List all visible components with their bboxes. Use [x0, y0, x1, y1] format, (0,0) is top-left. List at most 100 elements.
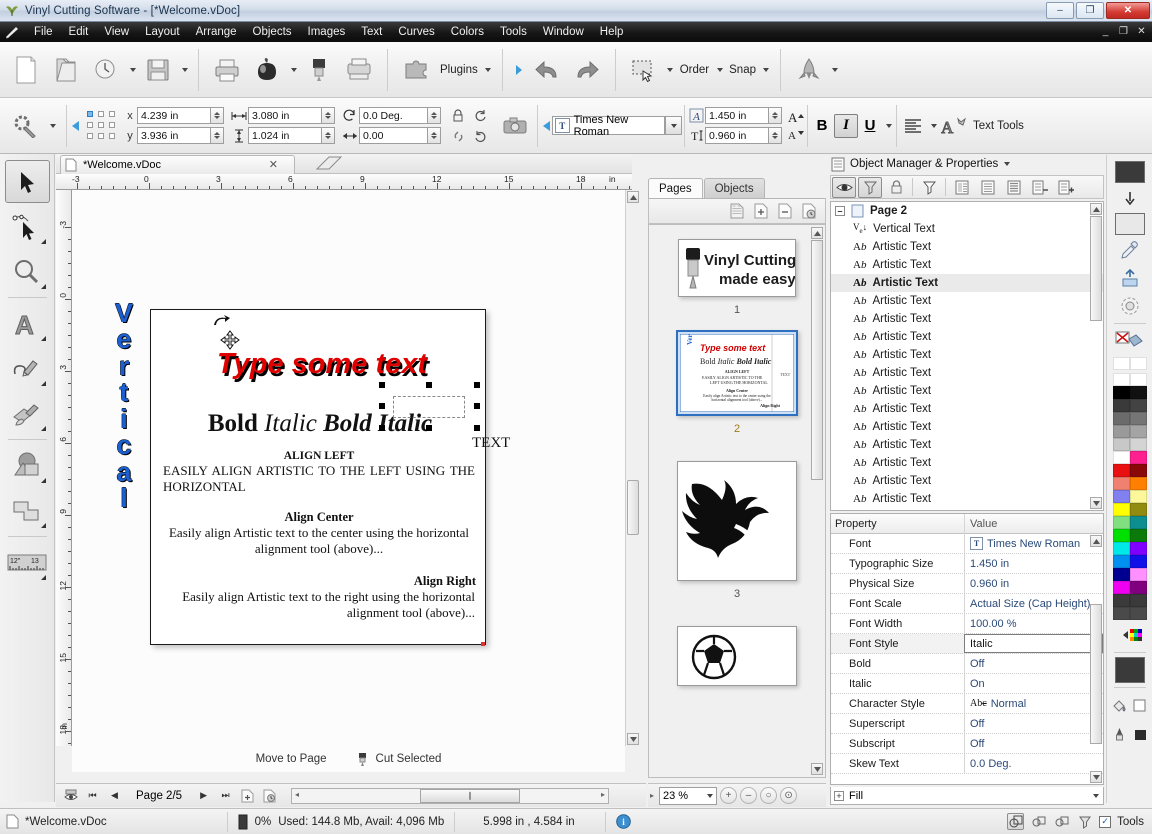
rocket-button[interactable] [789, 48, 829, 92]
tab-pages[interactable]: Pages [648, 178, 703, 198]
save-dropdown[interactable] [178, 48, 190, 92]
property-row[interactable]: Subscript Off [831, 733, 1103, 754]
anchor-bottom-left[interactable] [87, 132, 93, 139]
object-tree-item[interactable]: Ab Artistic Text [831, 238, 1103, 256]
physical-size-spinner[interactable] [769, 127, 782, 144]
y-input[interactable]: 3.936 in [137, 127, 211, 144]
y-spinner[interactable] [211, 127, 224, 144]
open-recent-dropdown[interactable] [126, 48, 138, 92]
draw-tool[interactable] [5, 347, 50, 390]
add-layer-icon[interactable] [1054, 177, 1078, 198]
object-tree-item[interactable]: Ab Artistic Text [831, 274, 1103, 292]
color-swatch[interactable] [1112, 477, 1130, 490]
color-swatch[interactable] [1112, 438, 1130, 451]
menu-window[interactable]: Window [535, 24, 592, 40]
save-button[interactable] [138, 48, 178, 92]
tab-objects[interactable]: Objects [703, 178, 765, 198]
zoom-all-button[interactable]: ⊙ [780, 787, 798, 804]
page-thumbnail-3[interactable]: 3 [649, 447, 825, 600]
pen-color-icon[interactable] [1111, 721, 1127, 747]
color-swatch[interactable] [1112, 503, 1130, 516]
plugins-label[interactable]: Plugins [436, 64, 482, 76]
first-page-button[interactable]: ⏮ [84, 787, 101, 804]
object-tree-item[interactable]: Ab Artistic Text [831, 472, 1103, 490]
page-thumb-body-3[interactable] [677, 461, 797, 581]
pattern-fill-icon[interactable] [1115, 293, 1145, 319]
plugins-button[interactable] [396, 48, 436, 92]
property-value-cell[interactable]: Off [964, 653, 1103, 674]
handle-top-center[interactable] [426, 382, 432, 388]
property-value-cell[interactable]: Off [964, 713, 1103, 734]
anchor-middle-left[interactable] [87, 121, 93, 128]
info-icon[interactable]: i [615, 814, 631, 829]
mdi-close-button[interactable]: ✕ [1134, 24, 1149, 39]
property-row[interactable]: Character Style Abc Normal [831, 693, 1103, 714]
align-button[interactable] [899, 104, 927, 148]
filter-icon[interactable] [917, 177, 941, 198]
cut-mode-icon[interactable] [1076, 813, 1093, 830]
menu-images[interactable]: Images [300, 24, 354, 40]
no-fill-icon[interactable] [1115, 328, 1145, 354]
outline-icon[interactable] [1002, 177, 1026, 198]
increase-size-icon[interactable]: A [787, 109, 805, 126]
plot-button[interactable] [339, 48, 379, 92]
rotate-spinner[interactable] [428, 107, 441, 124]
object-tree-item[interactable]: Ab Artistic Text [831, 292, 1103, 310]
color-swatch[interactable] [1129, 516, 1147, 529]
skew-input[interactable]: 0.00 [359, 127, 428, 144]
font-family-select[interactable]: T Times New Roman [552, 114, 665, 138]
x-spinner[interactable] [211, 107, 224, 124]
property-row[interactable]: Superscript Off [831, 713, 1103, 734]
rotate-ccw-icon[interactable] [471, 128, 489, 145]
props-scroll-thumb[interactable] [1090, 604, 1102, 744]
document-tab[interactable]: *Welcome.vDoc ✕ [60, 155, 295, 174]
rotate-cw-icon[interactable] [471, 107, 489, 124]
page-sheet[interactable]: Type some text Bold Italic Bold Italic A… [150, 309, 486, 646]
property-row[interactable]: Font Width 100.00 % [831, 613, 1103, 634]
tree-scroll-thumb[interactable] [1090, 216, 1102, 321]
page-thumbnail-list[interactable]: Vinyl Cutting made easy! 1 Vertical Type… [648, 224, 826, 778]
stroke-color-swatch[interactable] [1114, 213, 1145, 235]
object-tree-item[interactable]: Ab Artistic Text [831, 346, 1103, 364]
x-input[interactable]: 4.239 in [137, 107, 211, 124]
settings-gear-button[interactable] [6, 104, 46, 148]
handle-middle-left[interactable] [379, 403, 385, 409]
lock-icon[interactable] [449, 107, 467, 124]
history-expander[interactable] [511, 48, 527, 92]
object-tree-item[interactable]: Ve↓ Vertical Text [831, 220, 1103, 238]
color-swatch[interactable] [1112, 399, 1130, 412]
color-swatch[interactable] [1112, 555, 1130, 568]
underline-dropdown[interactable] [882, 104, 894, 148]
canvas-scroll-up-button[interactable] [627, 191, 639, 203]
canvas-headline-text[interactable]: Type some text [177, 348, 467, 381]
cut-icon[interactable] [858, 176, 882, 198]
physical-size-input[interactable]: 0.960 in [705, 127, 769, 144]
last-page-button[interactable]: ⏭ [217, 787, 234, 804]
color-swatch[interactable] [1112, 451, 1130, 464]
color-swatch[interactable] [1112, 490, 1130, 503]
object-tree-item[interactable]: Ab Artistic Text [831, 454, 1103, 472]
close-button[interactable]: ✕ [1106, 2, 1150, 19]
property-row[interactable]: Italic On [831, 673, 1103, 694]
zoom-scroll-arrow[interactable]: ▸ [648, 791, 656, 800]
shapes-tool[interactable] [5, 444, 50, 487]
property-value-cell[interactable]: 100.00 % [964, 613, 1103, 634]
anchor-center[interactable] [98, 121, 104, 128]
handle-top-right[interactable] [474, 382, 480, 388]
rotate-input[interactable]: 0.0 Deg. [359, 107, 428, 124]
property-value-cell[interactable]: 1.450 in [964, 553, 1103, 574]
zoom-fit-button[interactable]: ○ [760, 787, 778, 804]
hscroll-thumb[interactable]: ∥ [420, 788, 521, 803]
app-menu-icon[interactable] [4, 25, 20, 39]
zoom-tool[interactable] [5, 250, 50, 293]
order-label[interactable]: Order [676, 64, 713, 76]
color-swatch[interactable] [1129, 529, 1147, 542]
menu-text[interactable]: Text [353, 24, 390, 40]
link-icon[interactable] [449, 128, 467, 145]
decrease-size-icon[interactable]: A [787, 126, 805, 143]
vertical-ruler[interactable]: -3 0 3 6 9 12 15 18 in [56, 190, 72, 746]
mdi-restore-button[interactable]: ❐ [1116, 24, 1131, 39]
preview-icon[interactable] [62, 787, 79, 804]
object-tree-item[interactable]: Ab Artistic Text [831, 436, 1103, 454]
camera-button[interactable] [495, 104, 535, 148]
